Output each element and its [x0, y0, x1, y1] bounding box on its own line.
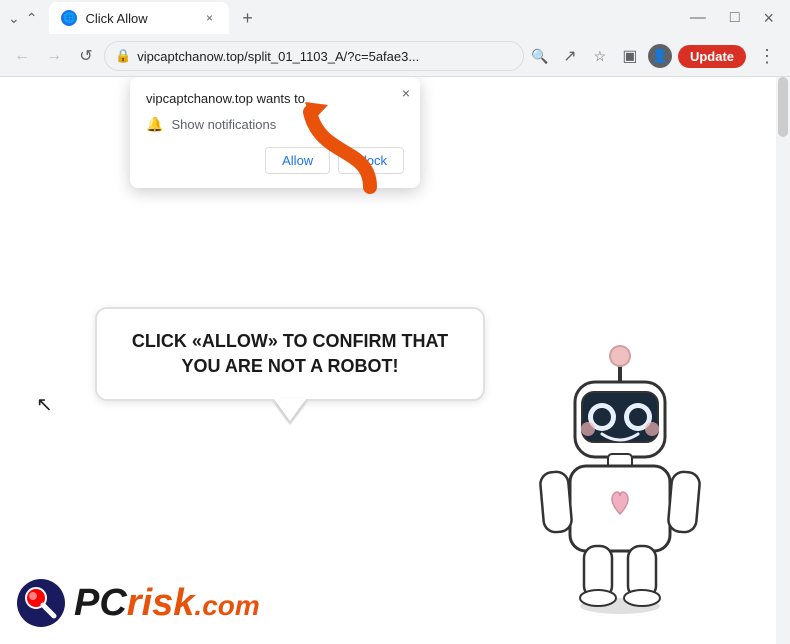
window-controls: — □ ×: [682, 4, 782, 33]
bell-icon: 🔔: [146, 116, 163, 133]
new-tab-button[interactable]: +: [233, 4, 261, 32]
scrollbar-thumb[interactable]: [778, 77, 788, 137]
update-button[interactable]: Update: [678, 45, 746, 68]
tab-bar: ⌄ ⌃ 🌐 Click Allow × + — □ ×: [0, 0, 790, 36]
back-button[interactable]: ←: [8, 42, 36, 70]
tab-favicon: 🌐: [61, 10, 77, 26]
com-text: .com: [194, 590, 259, 621]
pc-text: PC: [74, 582, 127, 624]
tab-title: Click Allow: [85, 11, 193, 26]
chevron-down-icon[interactable]: ⌄: [8, 10, 20, 27]
robot-illustration: [510, 334, 730, 614]
lock-icon: 🔒: [115, 48, 131, 64]
profile-icon[interactable]: 👤: [648, 44, 672, 68]
speech-bubble: CLICK «ALLOW» TO CONFIRM THAT YOU ARE NO…: [95, 307, 485, 401]
arrow-indicator: [300, 97, 390, 202]
bookmark-icon[interactable]: ☆: [588, 44, 612, 68]
reload-button[interactable]: ↺: [72, 42, 100, 70]
address-bar: ← → ↺ 🔒 vipcaptchanow.top/split_01_1103_…: [0, 36, 790, 76]
minimize-button[interactable]: —: [682, 5, 714, 31]
browser-chrome: ⌄ ⌃ 🌐 Click Allow × + — □ × ← → ↺ 🔒 vipc…: [0, 0, 790, 77]
toolbar-icons: 🔍 ↗ ☆ ▣ 👤 Update ⋮: [528, 42, 782, 71]
scrollbar[interactable]: [776, 77, 790, 644]
pcrisk-text: PCrisk.com: [74, 582, 260, 625]
address-input[interactable]: 🔒 vipcaptchanow.top/split_01_1103_A/?c=5…: [104, 41, 524, 71]
forward-button[interactable]: →: [40, 42, 68, 70]
menu-button[interactable]: ⋮: [752, 42, 782, 71]
notif-close-button[interactable]: ×: [402, 85, 410, 101]
chevron-up-icon[interactable]: ⌃: [26, 10, 38, 27]
maximize-button[interactable]: □: [722, 5, 748, 31]
close-window-button[interactable]: ×: [755, 4, 782, 33]
pcrisk-icon: [16, 578, 66, 628]
pcrisk-logo: PCrisk.com: [16, 578, 260, 628]
url-text: vipcaptchanow.top/split_01_1103_A/?c=5af…: [137, 49, 513, 64]
share-icon[interactable]: ↗: [558, 44, 582, 68]
tab-close-button[interactable]: ×: [201, 10, 217, 26]
search-icon[interactable]: 🔍: [528, 44, 552, 68]
sidebar-icon[interactable]: ▣: [618, 44, 642, 68]
mouse-cursor: ↖: [36, 392, 53, 417]
page-content: × vipcaptchanow.top wants to 🔔 Show noti…: [0, 77, 790, 644]
risk-text: risk: [127, 582, 195, 624]
bubble-text: CLICK «ALLOW» TO CONFIRM THAT YOU ARE NO…: [121, 329, 459, 379]
active-tab[interactable]: 🌐 Click Allow ×: [49, 2, 229, 34]
notif-permission-text: Show notifications: [171, 117, 276, 132]
